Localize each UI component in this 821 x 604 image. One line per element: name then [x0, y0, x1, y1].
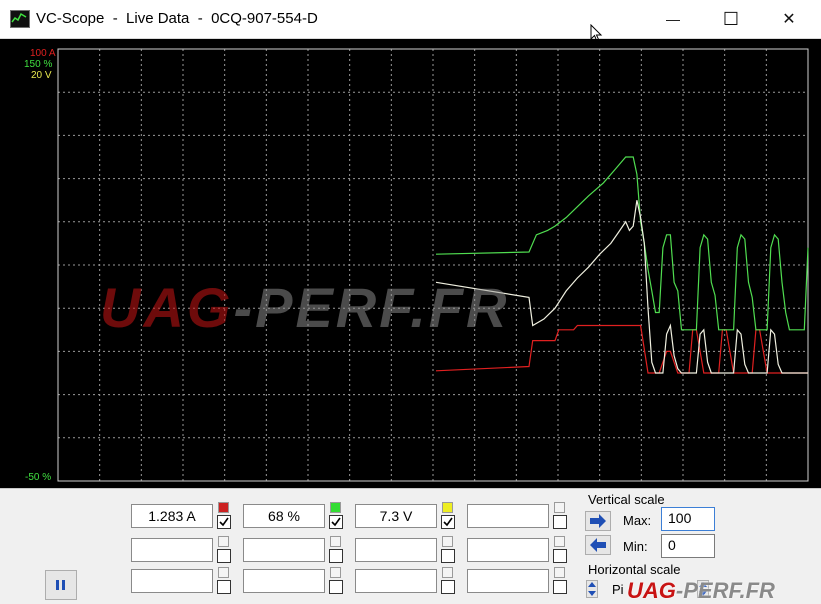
title-bar: VC-Scope - Live Data - 0CQ-907-554-D — ☐… — [0, 0, 821, 39]
scale-label-voltage: 20 V — [31, 70, 52, 81]
scope-display: 100 A 150 % 20 V -50 % UAG-PERF.FR — [0, 39, 821, 488]
channel-checkbox[interactable] — [553, 580, 567, 594]
horizontal-scale-partial-label: Pi — [612, 582, 624, 597]
scale-label-current: 100 A — [30, 48, 56, 59]
horizontal-spin-button[interactable] — [586, 580, 598, 598]
channel-checkbox[interactable] — [217, 580, 231, 594]
channel-color-swatch[interactable] — [218, 502, 229, 513]
max-input[interactable]: 100 — [661, 507, 715, 531]
channel-checkbox[interactable] — [329, 549, 343, 563]
arrow-left-icon — [590, 538, 606, 552]
channel-color-swatch[interactable] — [554, 567, 565, 578]
channel-checkbox[interactable] — [553, 549, 567, 563]
channel-value — [131, 538, 213, 562]
check-icon — [219, 517, 229, 527]
watermark-red-text: UAG — [100, 276, 234, 339]
channel-value: 1.283 A — [131, 504, 213, 528]
channel-value — [467, 504, 549, 528]
spin-arrows-icon — [588, 582, 596, 596]
channel-checkbox[interactable] — [441, 580, 455, 594]
channel-color-swatch[interactable] — [554, 536, 565, 547]
channel-value — [355, 538, 437, 562]
channel-checkbox[interactable] — [441, 549, 455, 563]
channel-value — [131, 569, 213, 593]
channel-color-swatch[interactable] — [330, 502, 341, 513]
app-icon — [10, 10, 30, 28]
window-title: VC-Scope - Live Data - 0CQ-907-554-D — [36, 10, 318, 27]
arrow-right-icon — [590, 514, 606, 528]
minimize-icon: — — [666, 11, 680, 27]
channel-color-swatch[interactable] — [442, 502, 453, 513]
check-icon — [331, 517, 341, 527]
min-input[interactable]: 0 — [661, 534, 715, 558]
channel-checkbox[interactable] — [441, 515, 455, 529]
horizontal-scale-label: Horizontal scale — [588, 562, 681, 577]
channel-value — [467, 569, 549, 593]
close-icon: ✕ — [782, 11, 796, 28]
vertical-scale-label: Vertical scale — [588, 492, 665, 507]
channel-color-swatch[interactable] — [218, 536, 229, 547]
pause-button[interactable] — [45, 570, 77, 600]
check-icon — [443, 517, 453, 527]
footer-watermark-red: UAG — [627, 578, 676, 603]
channel-value — [355, 569, 437, 593]
channel-color-swatch[interactable] — [554, 502, 565, 513]
channel-checkbox[interactable] — [329, 515, 343, 529]
minimize-button[interactable]: — — [650, 0, 696, 38]
footer-watermark: UAG-PERF.FR — [627, 578, 775, 604]
channel-checkbox[interactable] — [553, 515, 567, 529]
scale-label-percent: 150 % — [24, 59, 53, 70]
channel-value — [467, 538, 549, 562]
channel-color-swatch[interactable] — [218, 567, 229, 578]
channel-checkbox[interactable] — [217, 515, 231, 529]
channel-color-swatch[interactable] — [330, 536, 341, 547]
channel-color-swatch[interactable] — [442, 567, 453, 578]
channel-value — [243, 569, 325, 593]
channel-color-swatch[interactable] — [330, 567, 341, 578]
channel-checkbox[interactable] — [329, 580, 343, 594]
scale-max-button[interactable] — [585, 511, 611, 531]
max-label: Max: — [623, 513, 652, 528]
watermark: UAG-PERF.FR — [100, 275, 509, 340]
scale-label-bottom: -50 % — [25, 472, 52, 483]
channel-value: 7.3 V — [355, 504, 437, 528]
pause-icon — [56, 580, 65, 590]
channel-checkbox[interactable] — [217, 549, 231, 563]
scale-min-button[interactable] — [585, 535, 611, 555]
channel-value — [243, 538, 325, 562]
maximize-icon: ☐ — [722, 8, 740, 29]
channel-value: 68 % — [243, 504, 325, 528]
min-label: Min: — [623, 539, 648, 554]
footer-watermark-gray: -PERF.FR — [675, 578, 775, 603]
scope-chart — [57, 48, 809, 482]
watermark-gray-text: -PERF.FR — [233, 276, 510, 339]
close-button[interactable]: ✕ — [766, 0, 812, 38]
maximize-button[interactable]: ☐ — [708, 0, 754, 38]
channel-color-swatch[interactable] — [442, 536, 453, 547]
